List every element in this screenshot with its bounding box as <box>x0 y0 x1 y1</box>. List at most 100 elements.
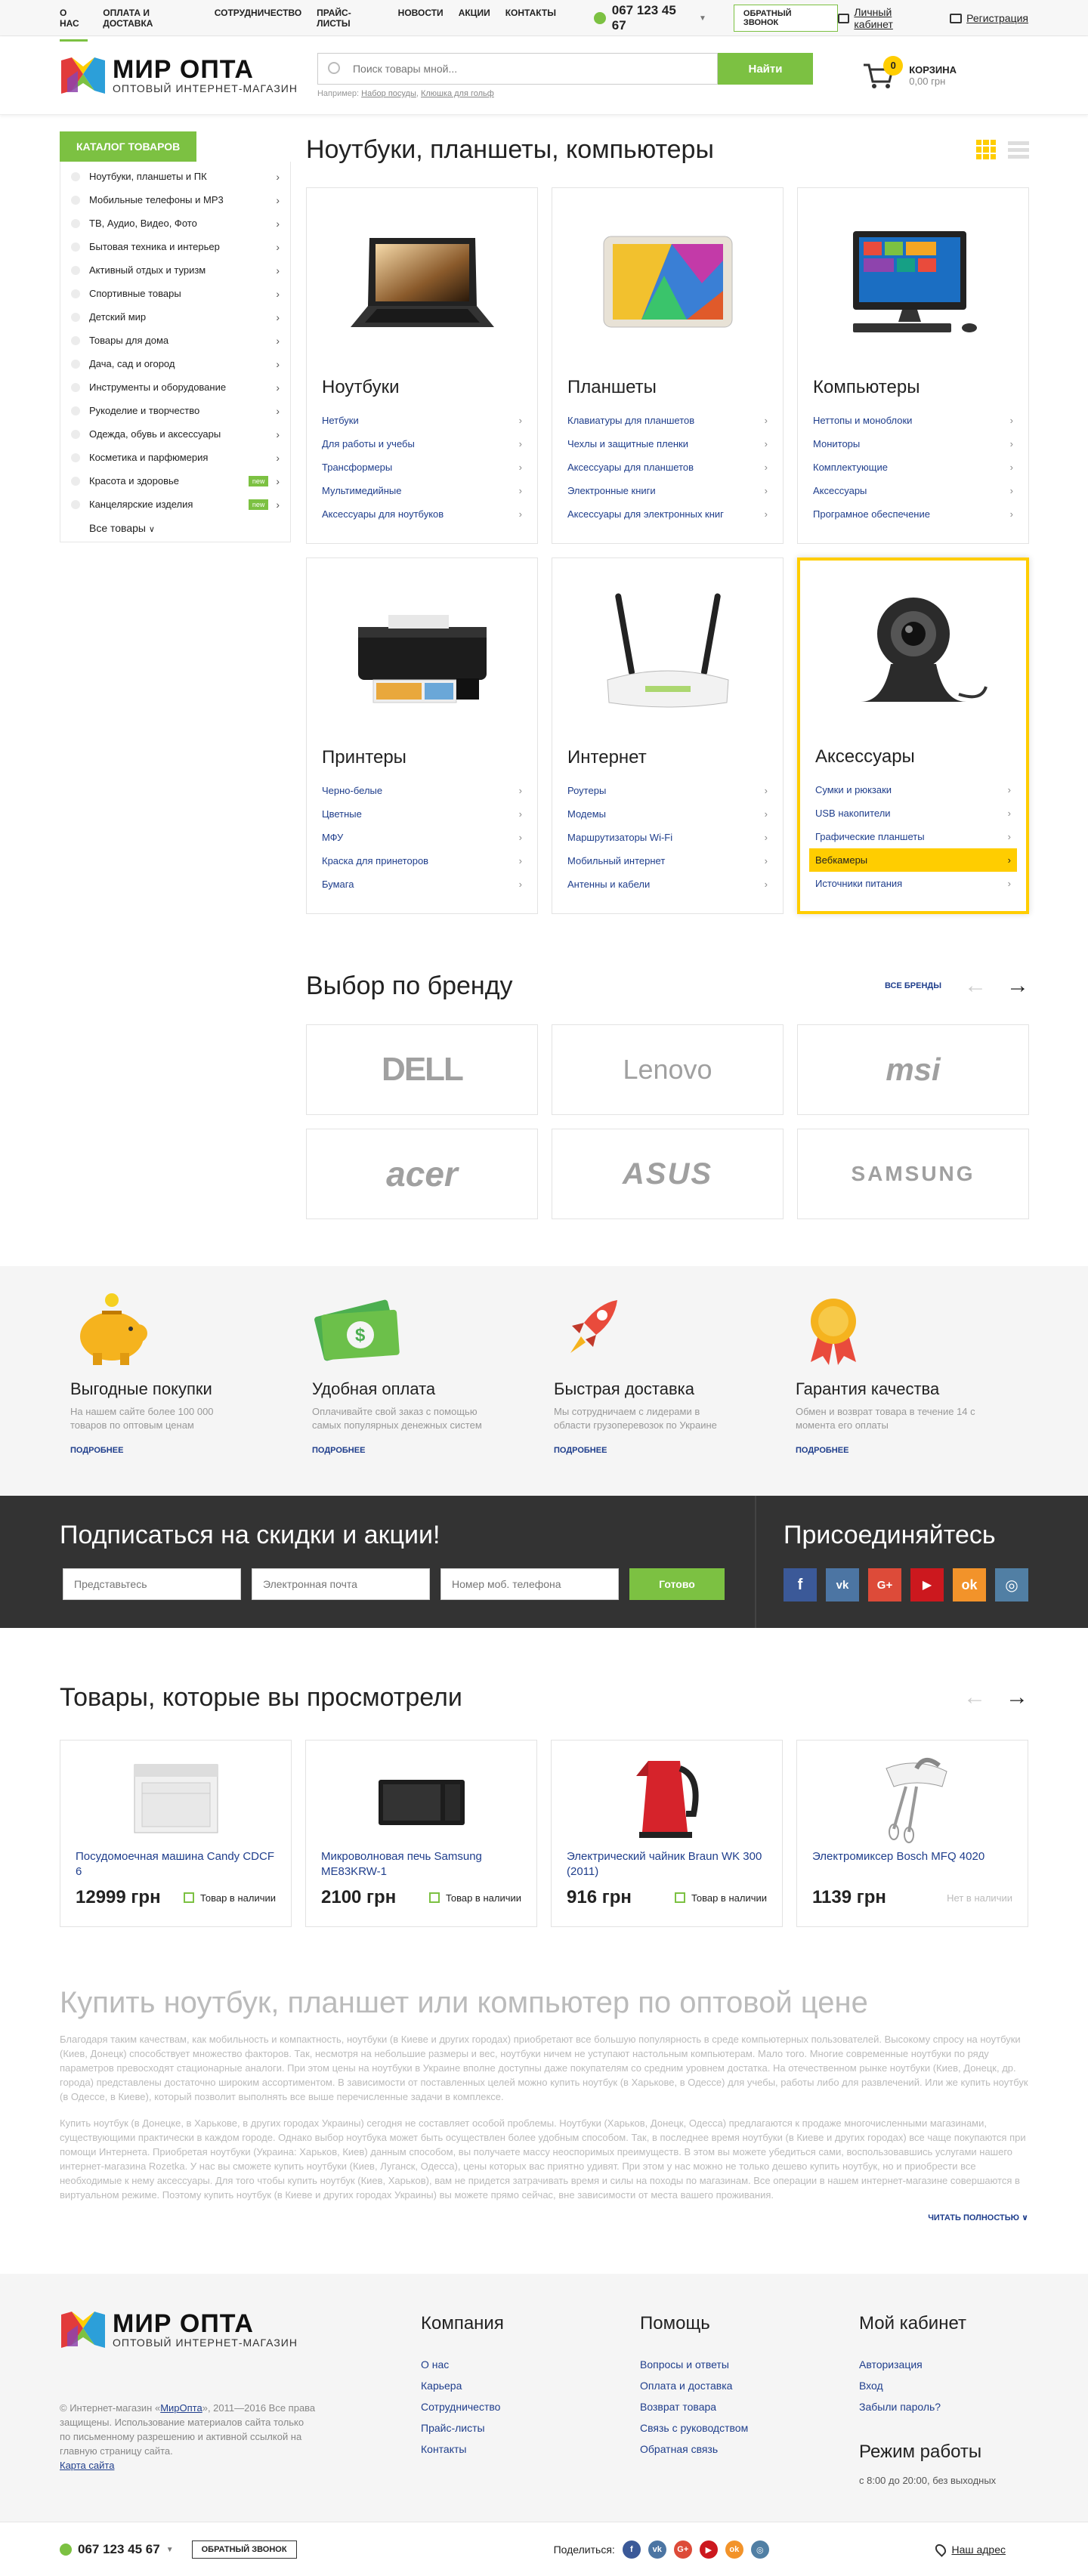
subcategory-link[interactable]: Нетбуки › <box>322 409 522 432</box>
odnoklassniki-icon[interactable]: ok <box>953 1568 986 1602</box>
search-input[interactable] <box>317 53 718 85</box>
sidebar-item[interactable]: Спортивные товары › <box>71 282 280 305</box>
subcategory-link[interactable]: Аксессуары › <box>813 479 1013 502</box>
product-name[interactable]: Микроволновая печь Samsung ME83KRW-1 <box>321 1849 521 1879</box>
nav-promo[interactable]: Акции <box>459 0 490 42</box>
subcategory-link[interactable]: Аксессуары для планшетов › <box>567 456 768 479</box>
youtube-icon[interactable]: ▶ <box>699 2540 718 2559</box>
subcategory-link[interactable]: Програмное обеспечение › <box>813 502 1013 526</box>
instagram-icon[interactable]: ◎ <box>995 1568 1028 1602</box>
subcategory-link[interactable]: Черно-белые › <box>322 779 522 802</box>
callback-button[interactable]: Обратный звонок <box>191 2540 297 2559</box>
all-products-link[interactable]: Все товары ∨ <box>71 516 280 534</box>
footer-link[interactable]: Связь с руководством <box>640 2417 859 2439</box>
email-field[interactable] <box>252 1568 430 1600</box>
subcategory-link[interactable]: Мобильный интернет › <box>567 849 768 873</box>
search-button[interactable]: Найти <box>717 53 813 85</box>
category-card-accessories[interactable]: Аксессуары Сумки и рюкзаки › USB накопите… <box>797 558 1029 914</box>
subcategory-link[interactable]: Антенны и кабели › <box>567 873 768 896</box>
more-link[interactable]: Подробнее <box>796 1446 1027 1455</box>
subcategory-link[interactable]: Клавиатуры для планшетов › <box>567 409 768 432</box>
address-link[interactable]: Наш адрес <box>933 2542 1006 2557</box>
logo[interactable]: МИР ОПТА ОПТОВЫЙ ИНТЕРНЕТ-МАГАЗИН <box>60 56 298 95</box>
subcategory-link[interactable]: Трансформеры › <box>322 456 522 479</box>
subcategory-link[interactable]: МФУ › <box>322 826 522 849</box>
subcategory-link[interactable]: Источники питания › <box>815 872 1011 895</box>
brand-acer[interactable]: acer <box>306 1129 538 1219</box>
subcategory-link[interactable]: Краска для принеторов › <box>322 849 522 873</box>
more-link[interactable]: Подробнее <box>70 1446 301 1455</box>
sidebar-item[interactable]: Инструменты и оборудование › <box>71 375 280 399</box>
subcategory-link[interactable]: USB накопители › <box>815 802 1011 825</box>
read-more-link[interactable]: Читать полностью ∨ <box>60 2213 1028 2222</box>
product-name[interactable]: Электрический чайник Braun WK 300 (2011) <box>567 1849 767 1879</box>
footer-link[interactable]: Обратная связь <box>640 2439 859 2460</box>
subcategory-link[interactable]: Чехлы и защитные пленки › <box>567 432 768 456</box>
name-field[interactable] <box>63 1568 241 1600</box>
subcategory-link-webcams[interactable]: Вебкамеры › <box>809 848 1017 872</box>
product-card[interactable]: Электрический чайник Braun WK 300 (2011)… <box>551 1740 783 1927</box>
category-card-tablets[interactable]: Планшеты Клавиатуры для планшетов › Чехлы… <box>552 187 784 544</box>
callback-button[interactable]: Обратный звонок <box>733 5 838 32</box>
subcategory-link[interactable]: Графические планшеты › <box>815 825 1011 848</box>
brand-lenovo[interactable]: Lenovo <box>552 1024 784 1115</box>
nav-news[interactable]: Новости <box>398 0 444 42</box>
google-plus-icon[interactable]: G+ <box>868 1568 901 1602</box>
catalog-button[interactable]: Каталог товаров <box>60 131 197 162</box>
product-name[interactable]: Посудомоечная машина Candy CDCF 6 <box>76 1849 276 1879</box>
vk-icon[interactable]: vk <box>648 2540 666 2559</box>
facebook-icon[interactable]: f <box>622 2540 641 2559</box>
category-card-internet[interactable]: Интернет Роутеры › Модемы › Маршрутизаторы… <box>552 558 784 914</box>
vk-icon[interactable]: vk <box>826 1568 859 1602</box>
product-card[interactable]: Микроволновая печь Samsung ME83KRW-1 210… <box>305 1740 537 1927</box>
subcategory-link[interactable]: Бумага › <box>322 873 522 896</box>
arrow-right-icon[interactable]: → <box>1006 973 1029 999</box>
sidebar-item[interactable]: Бытовая техника и интерьер › <box>71 235 280 258</box>
sidebar-item[interactable]: Красота и здоровье new › <box>71 469 280 493</box>
footer-link[interactable]: Сотрудничество <box>421 2396 640 2417</box>
nav-about[interactable]: О нас <box>60 0 88 42</box>
arrow-right-icon[interactable]: → <box>1006 1685 1028 1710</box>
sitemap-link[interactable]: Карта сайта <box>60 2460 114 2471</box>
arrow-left-icon[interactable]: ← <box>963 1685 986 1710</box>
sidebar-item[interactable]: Детский мир › <box>71 305 280 329</box>
sidebar-item[interactable]: Одежда, обувь и аксессуары › <box>71 422 280 446</box>
nav-payment[interactable]: Оплата и доставка <box>103 0 199 42</box>
subcategory-link[interactable]: Роутеры › <box>567 779 768 802</box>
footer-link[interactable]: Авторизация <box>859 2354 1025 2375</box>
sidebar-item[interactable]: Ноутбуки, планшеты и ПК › <box>71 165 280 188</box>
subcategory-link[interactable]: Электронные книги › <box>567 479 768 502</box>
sidebar-item[interactable]: Активный отдых и туризм › <box>71 258 280 282</box>
subcategory-link[interactable]: Модемы › <box>567 802 768 826</box>
sidebar-item[interactable]: Канцелярские изделия new › <box>71 493 280 516</box>
subcategory-link[interactable]: Мультимедийные › <box>322 479 522 502</box>
nav-contacts[interactable]: Контакты <box>505 0 556 42</box>
category-card-computers[interactable]: Компьютеры Неттопы и моноблоки › Мониторы… <box>797 187 1029 544</box>
subcategory-link[interactable]: Аксессуары для ноутбуков › <box>322 502 522 526</box>
youtube-icon[interactable]: ▶ <box>910 1568 944 1602</box>
sidebar-item[interactable]: Товары для дома › <box>71 329 280 352</box>
subcategory-link[interactable]: Аксессуары для электронных книг › <box>567 502 768 526</box>
hint-link-1[interactable]: Набор посуды <box>361 89 416 98</box>
brand-msi[interactable]: msi <box>797 1024 1029 1115</box>
sidebar-item[interactable]: Мобильные телефоны и MP3 › <box>71 188 280 212</box>
list-view-icon[interactable] <box>1008 140 1029 159</box>
brand-asus[interactable]: ASUS <box>552 1129 784 1219</box>
subcategory-link[interactable]: Сумки и рюкзаки › <box>815 778 1011 802</box>
footer-link[interactable]: Карьера <box>421 2375 640 2396</box>
footer-link[interactable]: Оплата и доставка <box>640 2375 859 2396</box>
subcategory-link[interactable]: Цветные › <box>322 802 522 826</box>
product-card[interactable]: Посудомоечная машина Candy CDCF 6 12999 … <box>60 1740 292 1927</box>
sidebar-item[interactable]: Косметика и парфюмерия › <box>71 446 280 469</box>
brand-link[interactable]: МирОпта <box>160 2402 202 2414</box>
hint-link-2[interactable]: Клюшка для гольф <box>421 89 494 98</box>
footer-link[interactable]: Прайс-листы <box>421 2417 640 2439</box>
all-brands-link[interactable]: Все бренды <box>885 981 941 990</box>
grid-view-icon[interactable] <box>976 140 996 159</box>
nav-pricelists[interactable]: Прайс-листы <box>317 0 383 42</box>
product-card[interactable]: Электромиксер Bosch MFQ 4020 1139 грн Не… <box>796 1740 1028 1927</box>
sidebar-item[interactable]: Рукоделие и творчество › <box>71 399 280 422</box>
footer-logo[interactable]: МИР ОПТА ОПТОВЫЙ ИНТЕРНЕТ-МАГАЗИН <box>60 2310 421 2349</box>
account-link[interactable]: Личный кабинет <box>837 6 932 30</box>
footer-link[interactable]: Вход <box>859 2375 1025 2396</box>
